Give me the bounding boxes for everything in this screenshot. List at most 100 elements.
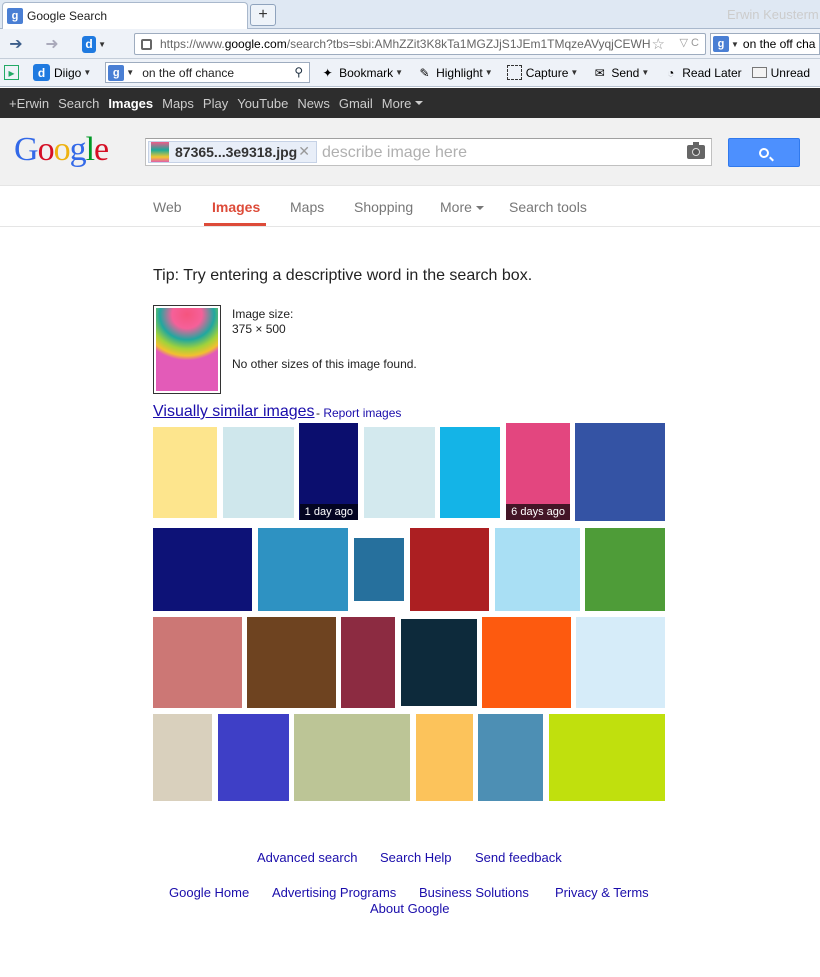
similar-image-thumb[interactable] bbox=[294, 714, 410, 801]
gbar-item-play[interactable]: Play bbox=[203, 96, 228, 111]
gbar-item-images[interactable]: Images bbox=[108, 96, 153, 111]
caret-icon: ▼ bbox=[484, 68, 493, 77]
highlight-button[interactable]: ✎ Highlight ▼ bbox=[417, 65, 497, 80]
sidebar-icon: ▸ bbox=[4, 65, 19, 80]
browser-search-value: on the off cha bbox=[742, 37, 816, 51]
similar-image-thumb[interactable] bbox=[410, 528, 489, 611]
tab-search-tools[interactable]: Search tools bbox=[509, 199, 587, 215]
similar-image-thumb[interactable] bbox=[585, 528, 665, 611]
unread-button[interactable]: Unread bbox=[751, 65, 810, 80]
url-dropdown-icon[interactable]: ▽ C bbox=[680, 36, 699, 49]
sidebar-toggle-button[interactable]: ▸ bbox=[4, 65, 23, 80]
tab-shopping[interactable]: Shopping bbox=[354, 199, 413, 215]
gbar-item-erwin[interactable]: +Erwin bbox=[9, 96, 49, 111]
similar-image-thumb[interactable] bbox=[440, 427, 500, 518]
gbar-item-gmail[interactable]: Gmail bbox=[339, 96, 373, 111]
tab-more[interactable]: More bbox=[440, 199, 484, 215]
similar-image-thumb[interactable] bbox=[401, 619, 477, 706]
search-input[interactable] bbox=[322, 143, 672, 163]
back-arrow-icon[interactable]: ➔ bbox=[6, 34, 26, 54]
google-engine-icon: g bbox=[713, 36, 729, 52]
camera-icon[interactable] bbox=[687, 142, 705, 159]
lock-icon bbox=[141, 38, 152, 50]
similar-image-thumb[interactable] bbox=[549, 714, 665, 801]
similar-image-thumb[interactable] bbox=[341, 617, 395, 708]
similar-image-thumb[interactable] bbox=[247, 617, 336, 708]
tab-web[interactable]: Web bbox=[153, 199, 182, 215]
similar-image-thumb[interactable] bbox=[258, 528, 348, 611]
similar-image-thumb[interactable] bbox=[416, 714, 473, 801]
advanced-search-link[interactable]: Advanced search bbox=[257, 850, 357, 865]
browser-search-box[interactable]: g ▼ on the off cha bbox=[710, 33, 820, 55]
highlight-label: Highlight bbox=[436, 65, 483, 80]
bookmark-button[interactable]: ✦ Bookmark ▼ bbox=[320, 65, 407, 80]
business-solutions-link[interactable]: Business Solutions bbox=[419, 885, 529, 900]
engine-caret-icon[interactable]: ▼ bbox=[731, 40, 739, 49]
engine-caret-icon[interactable]: ▼ bbox=[126, 68, 134, 77]
visually-similar-link[interactable]: Visually similar images bbox=[153, 403, 315, 421]
url-bar[interactable]: https://www. google.com/search?tbs=sbi:AM… bbox=[134, 33, 706, 55]
similar-image-thumb[interactable] bbox=[495, 528, 580, 611]
search-icon[interactable]: ⚲ bbox=[294, 65, 303, 79]
privacy-terms-link[interactable]: Privacy & Terms bbox=[555, 885, 649, 900]
bookmark-label: Bookmark bbox=[339, 65, 394, 80]
tab-images[interactable]: Images bbox=[212, 199, 260, 215]
similar-image-thumb[interactable]: 6 days ago bbox=[506, 423, 570, 520]
read-later-button[interactable]: ◔ Read Later bbox=[663, 65, 742, 80]
capture-icon bbox=[506, 65, 522, 80]
report-images-link[interactable]: Report images bbox=[323, 406, 401, 420]
similar-image-thumb[interactable] bbox=[576, 617, 665, 708]
similar-image-thumb[interactable] bbox=[354, 538, 404, 601]
similar-image-thumb[interactable] bbox=[153, 427, 217, 518]
gbar-item-search[interactable]: Search bbox=[58, 96, 99, 111]
toolbar-search-value: on the off chance bbox=[142, 65, 235, 80]
new-tab-button[interactable]: + bbox=[250, 4, 276, 26]
send-feedback-link[interactable]: Send feedback bbox=[475, 850, 562, 865]
gbar-item-maps[interactable]: Maps bbox=[162, 96, 194, 111]
similar-image-thumb[interactable] bbox=[482, 617, 571, 708]
diigo-menu-button[interactable]: d Diigo ▼ bbox=[33, 64, 95, 81]
advertising-programs-link[interactable]: Advertising Programs bbox=[272, 885, 396, 900]
similar-image-thumb[interactable] bbox=[153, 528, 252, 611]
query-image[interactable] bbox=[153, 305, 221, 394]
similar-image-thumb[interactable]: 1 day ago bbox=[299, 423, 358, 520]
user-name[interactable]: Erwin Keusterm bbox=[727, 7, 819, 22]
similar-image-thumb[interactable] bbox=[478, 714, 543, 801]
similar-image-thumb[interactable] bbox=[153, 714, 212, 801]
unread-label: Unread bbox=[770, 65, 810, 80]
google-home-link[interactable]: Google Home bbox=[169, 885, 249, 900]
diigo-logo-icon: d bbox=[33, 64, 50, 81]
similar-image-thumb[interactable] bbox=[218, 714, 289, 801]
search-tip: Tip: Try entering a descriptive word in … bbox=[153, 267, 533, 284]
browser-tab[interactable]: g Google Search bbox=[2, 2, 248, 29]
gbar-item-news[interactable]: News bbox=[297, 96, 330, 111]
search-button[interactable] bbox=[728, 138, 800, 167]
google-logo[interactable]: Google bbox=[14, 131, 109, 169]
send-icon: ✉ bbox=[594, 65, 605, 80]
capture-button[interactable]: Capture ▼ bbox=[506, 65, 583, 80]
caret-icon: ▼ bbox=[641, 68, 650, 77]
send-button[interactable]: ✉ Send ▼ bbox=[592, 65, 653, 80]
query-image-thumb bbox=[151, 142, 169, 162]
remove-image-icon[interactable]: ✕ bbox=[298, 143, 310, 160]
bookmark-star-icon[interactable]: ☆ bbox=[652, 35, 665, 53]
google-header: Google 87365...3e9318.jpg ✕ bbox=[0, 118, 820, 186]
about-google-link[interactable]: About Google bbox=[370, 901, 450, 916]
diigo-label: Diigo bbox=[54, 65, 82, 80]
search-box[interactable]: 87365...3e9318.jpg ✕ bbox=[145, 138, 712, 166]
browser-navbar: ➔ ➜ d ▼ https://www. google.com/search?tb… bbox=[0, 29, 820, 59]
send-label: Send bbox=[611, 65, 640, 80]
forward-arrow-icon[interactable]: ➜ bbox=[42, 34, 62, 54]
similar-image-thumb[interactable] bbox=[575, 423, 665, 521]
tab-maps[interactable]: Maps bbox=[290, 199, 324, 215]
similar-image-thumb[interactable] bbox=[223, 427, 294, 518]
similar-image-thumb[interactable] bbox=[153, 617, 242, 708]
search-help-link[interactable]: Search Help bbox=[380, 850, 452, 865]
gbar-item-youtube[interactable]: YouTube bbox=[237, 96, 288, 111]
toolbar-search-box[interactable]: g ▼ on the off chance ⚲ bbox=[105, 62, 311, 83]
similar-image-thumb[interactable] bbox=[364, 427, 435, 518]
gbar-item-more[interactable]: More bbox=[382, 96, 412, 111]
query-image-chip[interactable]: 87365...3e9318.jpg ✕ bbox=[148, 141, 317, 163]
image-size-label: Image size: bbox=[232, 307, 294, 321]
diigo-button[interactable]: d ▼ bbox=[82, 34, 110, 54]
